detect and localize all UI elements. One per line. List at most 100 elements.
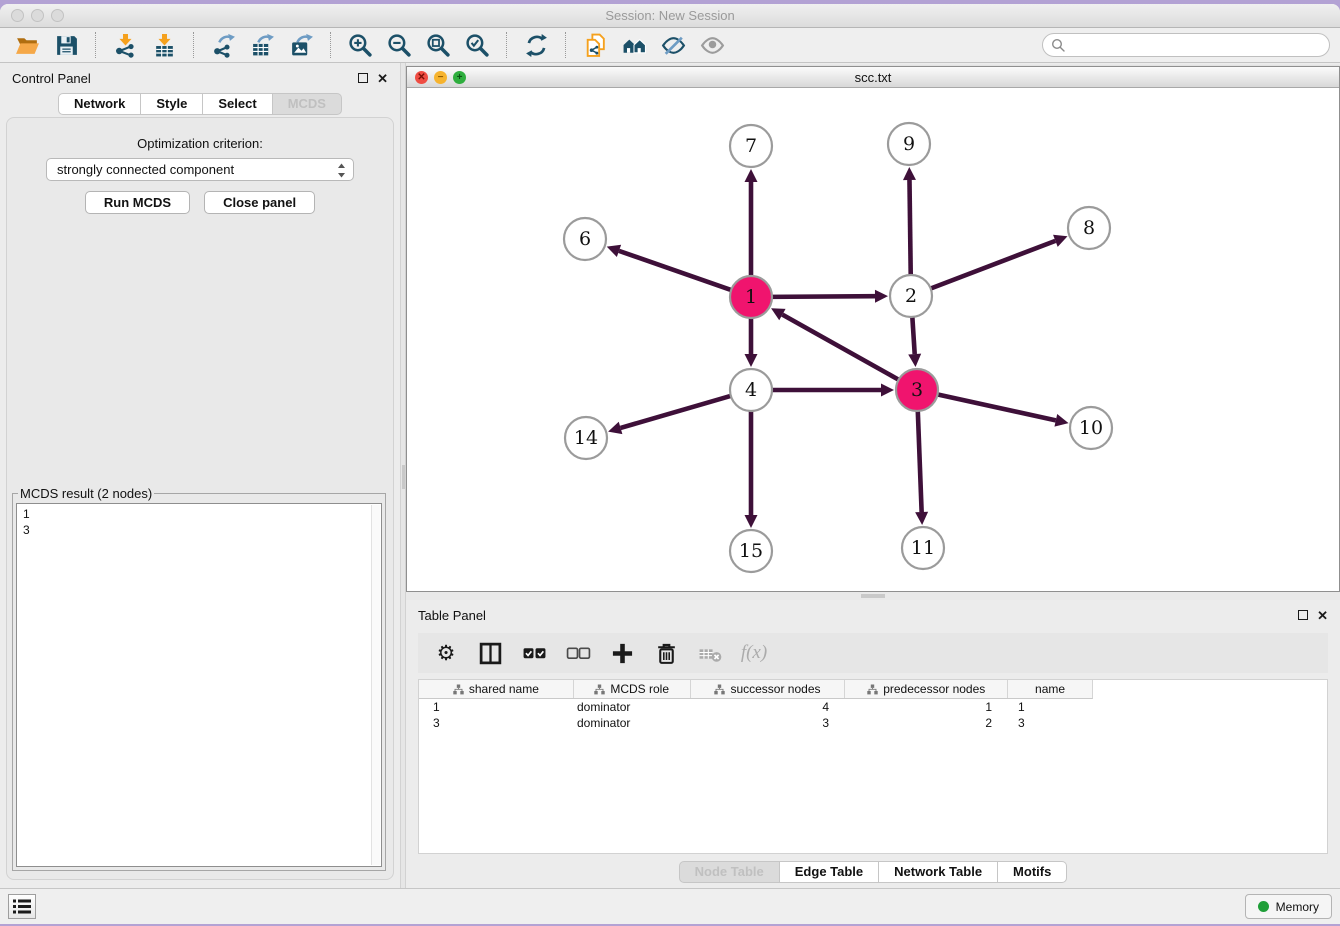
unselect-all-icon[interactable]: [562, 638, 594, 668]
close-traffic-light[interactable]: [11, 9, 24, 22]
search-box[interactable]: [1042, 33, 1330, 57]
table-row[interactable]: 1dominator411: [419, 699, 1327, 715]
open-file-icon[interactable]: [10, 31, 44, 59]
settings-icon[interactable]: ⚙: [430, 638, 462, 668]
graph-edge-3-11[interactable]: [918, 409, 922, 512]
graph-node-7[interactable]: 7: [730, 125, 772, 167]
graph-node-9[interactable]: 9: [888, 123, 930, 165]
hide-graphics-icon[interactable]: [656, 31, 690, 59]
horizontal-splitter[interactable]: [406, 592, 1340, 600]
table-cell[interactable]: 3: [690, 716, 845, 730]
select-all-icon[interactable]: [518, 638, 550, 668]
table-row[interactable]: 3dominator323: [419, 715, 1327, 731]
network-graph[interactable]: 7 9 6 8 1 2 4 3 14 10 15 11: [407, 88, 1339, 591]
table-cell[interactable]: 1: [1008, 700, 1093, 714]
tab-select[interactable]: Select: [203, 93, 272, 115]
column-header-shared-name[interactable]: shared name: [419, 680, 573, 698]
split-view-icon[interactable]: [474, 638, 506, 668]
tab-edge-table[interactable]: Edge Table: [780, 861, 879, 883]
run-mcds-button[interactable]: Run MCDS: [85, 191, 190, 214]
import-table-icon[interactable]: [147, 31, 181, 59]
network-canvas[interactable]: 7 9 6 8 1 2 4 3 14 10 15 11: [407, 88, 1339, 591]
copy-network-icon[interactable]: [578, 31, 612, 59]
column-header-name[interactable]: name: [1007, 680, 1092, 698]
show-graphics-icon[interactable]: [695, 31, 729, 59]
table-cell[interactable]: 1: [845, 700, 1008, 714]
table-cell[interactable]: 2: [845, 716, 1008, 730]
splitter-handle[interactable]: [402, 465, 405, 489]
table-cell[interactable]: dominator: [573, 700, 690, 714]
float-panel-icon[interactable]: [358, 73, 368, 83]
graph-edge-1-6[interactable]: [619, 251, 733, 291]
graph-node-2[interactable]: 2: [890, 275, 932, 317]
result-scrollbar[interactable]: [371, 505, 380, 865]
criterion-select[interactable]: strongly connected component: [46, 158, 354, 181]
graph-edge-3-10[interactable]: [936, 394, 1056, 420]
result-line: 3: [23, 522, 367, 538]
zoom-fit-icon[interactable]: [421, 31, 455, 59]
graph-edge-4-14[interactable]: [621, 395, 733, 428]
close-panel-icon[interactable]: ✕: [377, 72, 388, 85]
tab-motifs[interactable]: Motifs: [998, 861, 1067, 883]
graph-edge-arrowhead: [608, 422, 622, 434]
refresh-icon[interactable]: [519, 31, 553, 59]
table-panel: Table Panel ✕ ⚙f(x) shared nameMCDS role…: [406, 600, 1340, 888]
tab-mcds[interactable]: MCDS: [273, 93, 342, 115]
column-header-successor-nodes[interactable]: successor nodes: [690, 680, 845, 698]
export-image-icon[interactable]: [284, 31, 318, 59]
close-panel-button[interactable]: Close panel: [204, 191, 315, 214]
splitter-handle[interactable]: [861, 594, 885, 598]
graph-edge-3-1[interactable]: [782, 315, 900, 381]
export-table-icon[interactable]: [245, 31, 279, 59]
tab-network[interactable]: Network: [58, 93, 141, 115]
tab-network-table[interactable]: Network Table: [879, 861, 998, 883]
zoom-in-icon[interactable]: [343, 31, 377, 59]
graph-node-8[interactable]: 8: [1068, 207, 1110, 249]
network-minimize-icon[interactable]: −: [434, 71, 447, 84]
zoom-traffic-light[interactable]: [51, 9, 64, 22]
delete-icon[interactable]: [650, 638, 682, 668]
tab-node-table[interactable]: Node Table: [679, 861, 780, 883]
graph-edge-1-2[interactable]: [770, 296, 875, 297]
node-table[interactable]: shared nameMCDS rolesuccessor nodesprede…: [418, 679, 1328, 854]
mcds-result-box[interactable]: 13: [16, 503, 382, 867]
network-maximize-icon[interactable]: +: [453, 71, 466, 84]
graph-node-6[interactable]: 6: [564, 218, 606, 260]
vertical-splitter[interactable]: [400, 63, 406, 888]
home-icon[interactable]: [617, 31, 651, 59]
memory-button[interactable]: Memory: [1245, 894, 1332, 919]
task-history-button[interactable]: [8, 894, 36, 919]
graph-node-1[interactable]: 1: [730, 276, 772, 318]
zoom-selected-icon[interactable]: [460, 31, 494, 59]
search-input[interactable]: [1069, 35, 1321, 55]
graph-node-14[interactable]: 14: [565, 417, 607, 459]
table-cell[interactable]: 3: [1008, 716, 1093, 730]
save-session-icon[interactable]: [49, 31, 83, 59]
tab-style[interactable]: Style: [141, 93, 203, 115]
close-table-panel-icon[interactable]: ✕: [1317, 609, 1328, 622]
table-header-row: shared nameMCDS rolesuccessor nodesprede…: [419, 680, 1093, 699]
table-cell[interactable]: dominator: [573, 716, 690, 730]
function-builder-icon: f(x): [738, 638, 770, 668]
add-icon[interactable]: [606, 638, 638, 668]
import-network-icon[interactable]: [108, 31, 142, 59]
export-network-icon[interactable]: [206, 31, 240, 59]
column-header-MCDS-role[interactable]: MCDS role: [573, 680, 690, 698]
graph-node-10[interactable]: 10: [1070, 407, 1112, 449]
graph-node-4[interactable]: 4: [730, 369, 772, 411]
graph-edge-2-8[interactable]: [929, 241, 1056, 289]
graph-node-3[interactable]: 3: [896, 369, 938, 411]
graph-edge-2-3[interactable]: [912, 315, 914, 354]
column-header-predecessor-nodes[interactable]: predecessor nodes: [844, 680, 1007, 698]
graph-node-11[interactable]: 11: [902, 527, 944, 569]
graph-node-15[interactable]: 15: [730, 530, 772, 572]
graph-edge-2-9[interactable]: [909, 180, 910, 277]
optimization-label: Optimization criterion:: [7, 136, 393, 151]
table-cell[interactable]: 1: [419, 700, 573, 714]
table-cell[interactable]: 4: [690, 700, 845, 714]
zoom-out-icon[interactable]: [382, 31, 416, 59]
minimize-traffic-light[interactable]: [31, 9, 44, 22]
float-table-panel-icon[interactable]: [1298, 610, 1308, 620]
table-cell[interactable]: 3: [419, 716, 573, 730]
network-close-icon[interactable]: ✕: [415, 71, 428, 84]
